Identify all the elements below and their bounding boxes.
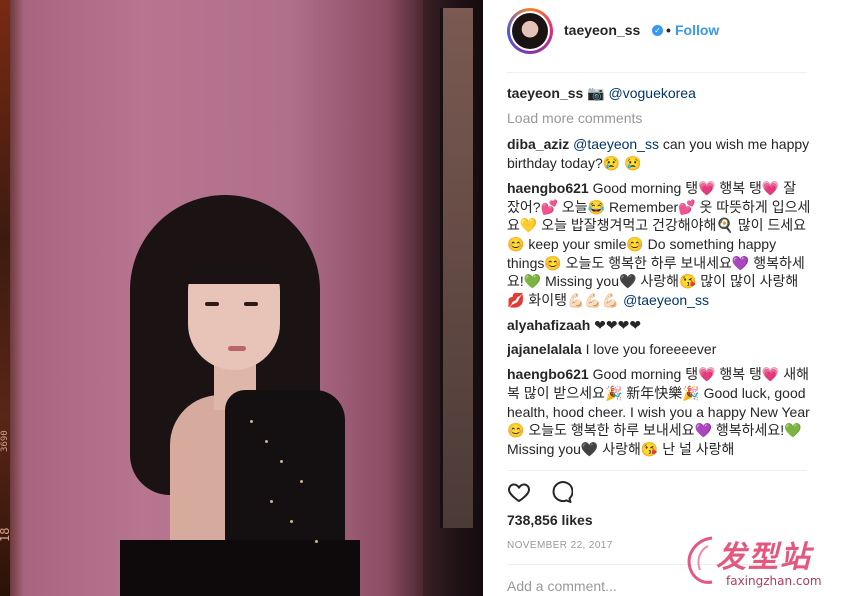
post-side-panel: taeyeon_ss ✓ • Follow taeyeon_ss 📷 @vogu…	[483, 0, 842, 596]
comment-text: I love you foreeeever	[581, 341, 717, 358]
photo-shadow	[120, 540, 360, 596]
comment-mention[interactable]: @taeyeon_ss	[623, 292, 709, 308]
film-edge-number: 18	[0, 527, 12, 542]
heart-icon[interactable]	[507, 480, 531, 504]
post-photo[interactable]: 3690 18	[0, 0, 483, 596]
comment-username[interactable]: diba_aziz	[507, 136, 569, 152]
caption-username[interactable]: taeyeon_ss	[507, 85, 583, 101]
avatar[interactable]	[507, 8, 553, 54]
dress-stud	[250, 420, 253, 423]
dress-stud	[300, 480, 303, 483]
photo-subject-eye	[244, 302, 258, 306]
comment-username[interactable]: haengbo621	[507, 366, 589, 382]
verified-badge-icon: ✓	[652, 25, 663, 36]
comments-list[interactable]: taeyeon_ss 📷 @voguekorea Load more comme…	[507, 84, 812, 468]
photo-window	[440, 8, 473, 528]
load-more-comments-button[interactable]: Load more comments	[507, 109, 812, 128]
comment-bubble-icon[interactable]	[549, 480, 573, 504]
watermark-url: faxingzhan.com	[726, 574, 822, 588]
post-header: taeyeon_ss ✓ • Follow	[483, 0, 842, 72]
add-comment-input[interactable]: Add a comment...	[507, 578, 617, 594]
comment-item: jajanelalala I love you foreeeever	[507, 340, 812, 359]
dress-stud	[290, 520, 293, 523]
comment-text: ❤❤❤❤	[590, 316, 642, 333]
watermark-logo-text: 发型站	[716, 540, 812, 575]
comment-item: haengbo621 Good morning 탱💗 행복 탱💗 잘 잤어?💕 …	[507, 179, 812, 310]
likes-count[interactable]: 738,856 likes	[507, 512, 593, 528]
film-edge-number: 3690	[0, 430, 10, 452]
caption: taeyeon_ss 📷 @voguekorea	[507, 84, 812, 103]
caption-mention[interactable]: @voguekorea	[609, 85, 696, 101]
comment-username[interactable]: haengbo621	[507, 180, 589, 196]
comment-mention[interactable]: @taeyeon_ss	[573, 136, 659, 152]
dress-stud	[265, 440, 268, 443]
caption-emoji: 📷	[587, 85, 605, 101]
dress-stud	[270, 500, 273, 503]
comment-username[interactable]: alyahafizaah	[507, 317, 590, 333]
photo-subject-bangs	[180, 236, 290, 284]
comment-text: Good morning 탱💗 행복 탱💗 잘 잤어?💕 오늘😂 Remembe…	[507, 179, 811, 309]
comment-username[interactable]: jajanelalala	[507, 341, 582, 357]
dress-stud	[280, 460, 283, 463]
header-username[interactable]: taeyeon_ss	[564, 22, 640, 38]
comment-item: alyahafizaah ❤❤❤❤	[507, 316, 812, 335]
post-date[interactable]: NOVEMBER 22, 2017	[507, 540, 613, 551]
separator-dot: •	[666, 22, 671, 38]
follow-button[interactable]: Follow	[675, 22, 719, 38]
dress-stud	[315, 540, 318, 543]
photo-subject-lips	[228, 346, 246, 351]
film-edge	[0, 0, 10, 596]
comment-item: diba_aziz @taeyeon_ss can you wish me ha…	[507, 135, 812, 172]
header-divider	[507, 72, 807, 73]
comment-item: haengbo621 Good morning 탱💗 행복 탱💗 새해 복 많이…	[507, 365, 812, 459]
comments-divider	[507, 470, 807, 471]
photo-subject-eye	[205, 302, 219, 306]
watermark: 发型站 faxingzhan.com	[680, 530, 840, 592]
